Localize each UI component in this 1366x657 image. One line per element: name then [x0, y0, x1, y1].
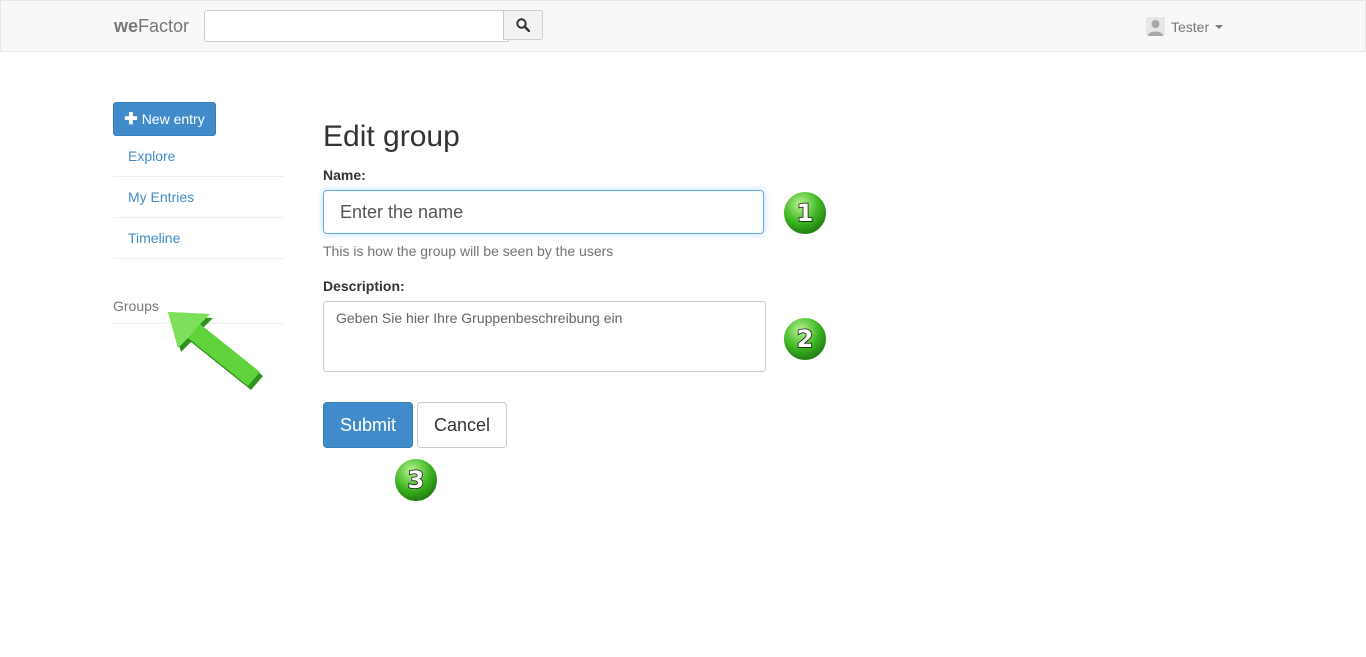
- sidebar-item-explore[interactable]: Explore: [113, 136, 284, 177]
- sidebar-nav: Explore My Entries Timeline: [113, 136, 284, 259]
- step-badge-number: 2: [797, 325, 814, 353]
- step-badge-number: 1: [797, 199, 814, 227]
- brand-logo[interactable]: weFactor: [114, 16, 189, 37]
- sidebar-item-label: My Entries: [128, 189, 195, 205]
- sidebar-item-my-entries[interactable]: My Entries: [113, 177, 284, 218]
- step-badge-1: 1: [782, 190, 828, 236]
- new-entry-label: New entry: [141, 111, 205, 127]
- submit-button[interactable]: Submit: [323, 402, 413, 448]
- user-menu[interactable]: Tester: [1146, 17, 1224, 36]
- name-label: Name:: [323, 167, 366, 183]
- brand-bold: we: [114, 16, 139, 36]
- page-title: Edit group: [323, 120, 460, 153]
- description-label: Description:: [323, 278, 405, 294]
- search-input[interactable]: [204, 10, 509, 42]
- sidebar-item-timeline[interactable]: Timeline: [113, 218, 284, 259]
- description-field[interactable]: [323, 301, 766, 372]
- name-field[interactable]: [323, 190, 764, 234]
- new-entry-button[interactable]: ✚ New entry: [113, 102, 216, 136]
- brand-rest: Factor: [138, 16, 190, 36]
- name-help-text: This is how the group will be seen by th…: [323, 243, 614, 259]
- user-avatar-icon: [1146, 17, 1165, 36]
- step-badge-number: 3: [408, 466, 425, 494]
- step-badge-3: 3: [393, 457, 439, 503]
- search-icon: [516, 18, 530, 32]
- top-navbar: weFactor Tester: [0, 0, 1366, 52]
- sidebar-item-label: Timeline: [128, 230, 181, 246]
- user-name: Tester: [1171, 18, 1210, 35]
- green-arrow-annotation: [168, 312, 263, 390]
- step-badge-2: 2: [782, 316, 828, 362]
- plus-icon: ✚: [124, 111, 138, 128]
- caret-down-icon: [1215, 24, 1224, 29]
- sidebar-item-label: Explore: [128, 148, 176, 164]
- search-button[interactable]: [503, 10, 543, 40]
- cancel-button[interactable]: Cancel: [417, 402, 507, 448]
